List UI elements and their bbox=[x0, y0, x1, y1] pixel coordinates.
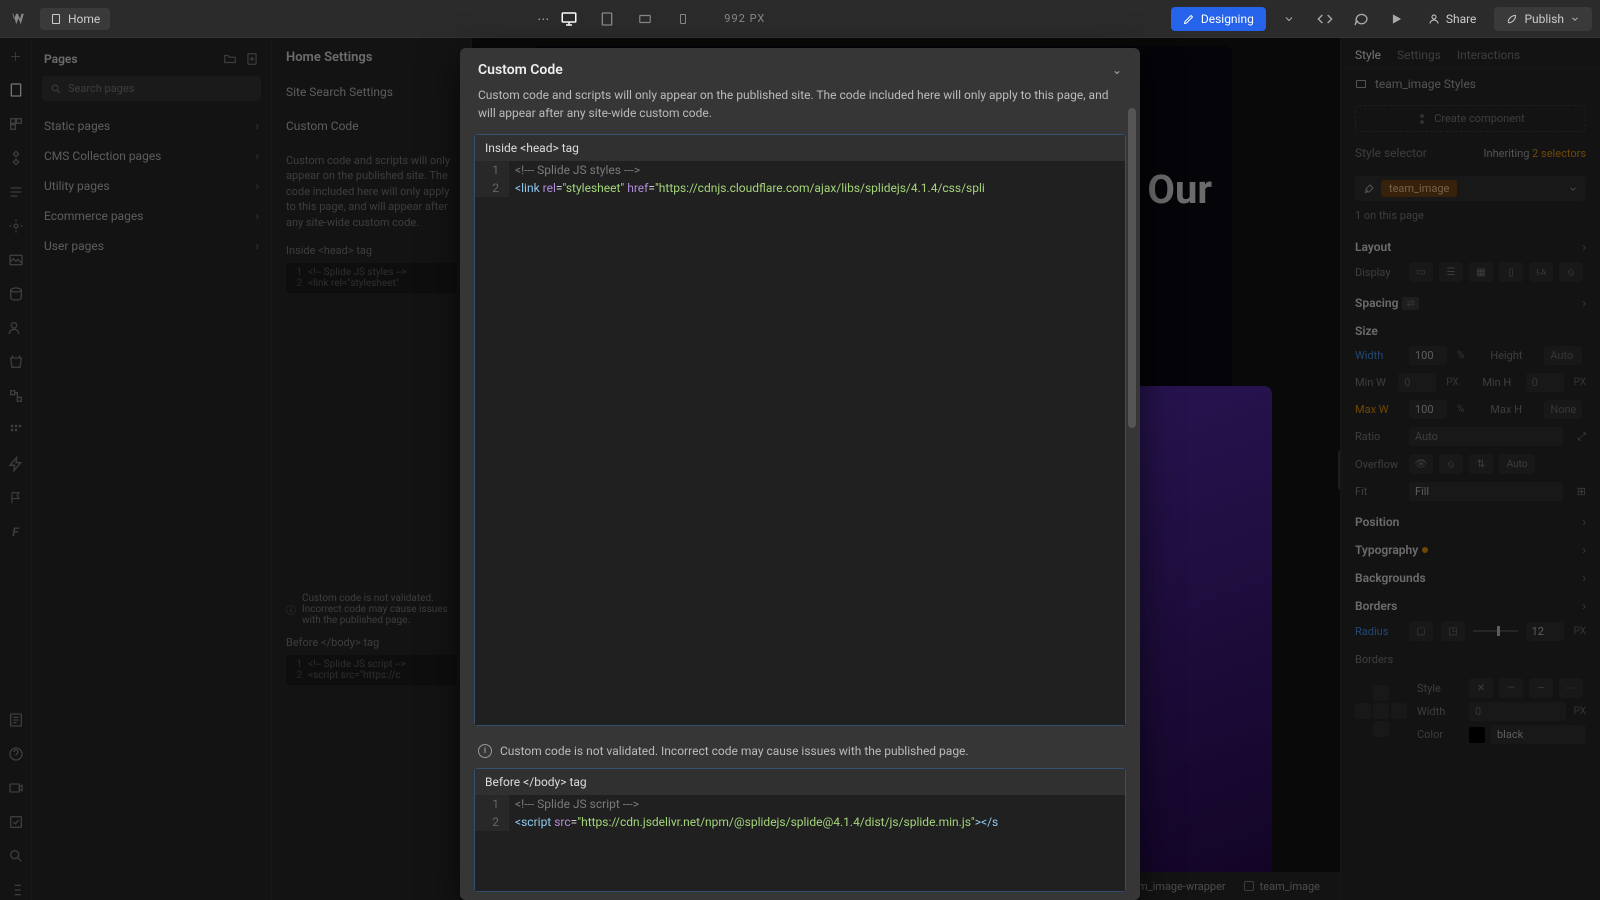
page-icon bbox=[50, 13, 62, 25]
home-label: Home bbox=[68, 12, 100, 26]
canvas-width-label: 992 PX bbox=[724, 12, 765, 25]
code-icon[interactable] bbox=[1312, 6, 1338, 32]
head-code-label: Inside <head> tag bbox=[475, 135, 1125, 161]
modal-title: Custom Code bbox=[478, 62, 563, 78]
top-bar: Home ⋯ 992 PX Designing Share Publish bbox=[0, 0, 1600, 38]
pencil-icon bbox=[1183, 13, 1195, 25]
head-code-editor[interactable]: 1<!--- Splide JS styles ---> 2<link rel=… bbox=[475, 161, 1125, 725]
body-code-block: Before </body> tag 1<!--- Splide JS scri… bbox=[474, 768, 1126, 892]
chevron-down-icon bbox=[1570, 14, 1580, 24]
preview-icon[interactable] bbox=[1384, 6, 1410, 32]
mode-designing-button[interactable]: Designing bbox=[1171, 7, 1266, 31]
tablet-icon[interactable] bbox=[594, 6, 620, 32]
mode-label: Designing bbox=[1201, 12, 1254, 26]
mobile-icon[interactable] bbox=[670, 6, 696, 32]
breakpoint-switcher: 992 PX bbox=[556, 6, 765, 32]
validation-warning: i Custom code is not validated. Incorrec… bbox=[460, 734, 1140, 768]
more-icon[interactable]: ⋯ bbox=[530, 6, 556, 32]
rocket-icon bbox=[1506, 13, 1518, 25]
share-label: Share bbox=[1446, 12, 1477, 26]
head-code-block: Inside <head> tag 1<!--- Splide JS style… bbox=[474, 134, 1126, 726]
chevron-down-icon[interactable] bbox=[1276, 6, 1302, 32]
modal-description: Custom code and scripts will only appear… bbox=[460, 86, 1140, 134]
desktop-icon[interactable] bbox=[556, 6, 582, 32]
tablet-landscape-icon[interactable] bbox=[632, 6, 658, 32]
publish-label: Publish bbox=[1524, 12, 1564, 26]
webflow-logo-icon[interactable] bbox=[8, 7, 32, 31]
collapse-icon[interactable]: ⌄ bbox=[1112, 63, 1122, 77]
comment-icon[interactable] bbox=[1348, 6, 1374, 32]
publish-button[interactable]: Publish bbox=[1494, 7, 1592, 31]
body-code-editor[interactable]: 1<!--- Splide JS script ---> 2<script sr… bbox=[475, 795, 1125, 891]
info-icon: i bbox=[478, 744, 492, 758]
person-icon bbox=[1428, 13, 1440, 25]
home-page-button[interactable]: Home bbox=[40, 8, 110, 30]
body-code-label: Before </body> tag bbox=[475, 769, 1125, 795]
modal-scrollbar[interactable] bbox=[1128, 108, 1136, 890]
share-button[interactable]: Share bbox=[1420, 8, 1485, 30]
custom-code-modal: Custom Code ⌄ Custom code and scripts wi… bbox=[460, 48, 1140, 900]
